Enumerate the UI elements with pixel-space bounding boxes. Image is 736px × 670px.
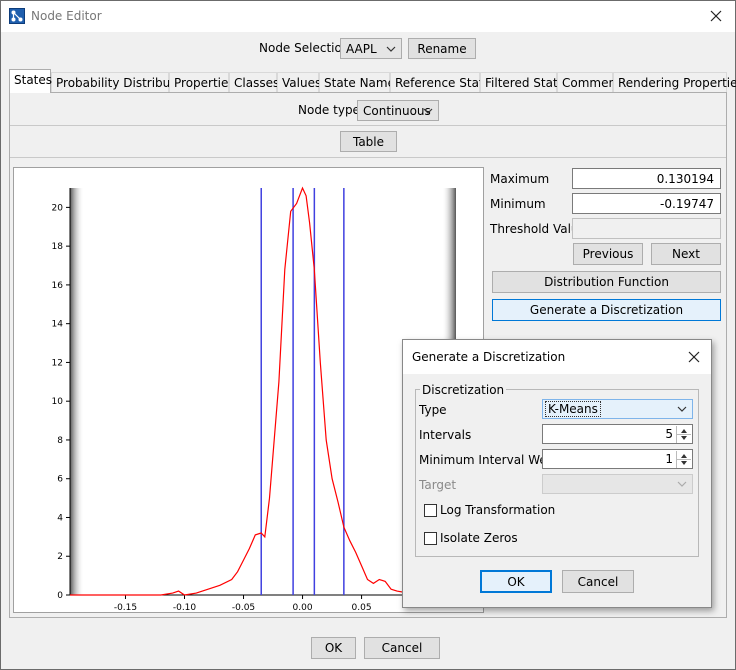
y-tick-label: 18 bbox=[52, 242, 64, 252]
y-tick-label: 8 bbox=[57, 436, 63, 446]
target-combo bbox=[542, 474, 693, 494]
isolate-zeros-label: Isolate Zeros bbox=[440, 531, 518, 545]
y-tick-label: 4 bbox=[57, 513, 63, 523]
x-tick-label: 0.05 bbox=[352, 603, 372, 612]
tab-probability-distribution[interactable]: Probability Distribution bbox=[51, 72, 169, 92]
table-button-label: Table bbox=[341, 135, 396, 149]
dialog-title-bar: Generate a Discretization bbox=[403, 340, 711, 374]
maximum-label: Maximum bbox=[490, 172, 549, 186]
spinner-arrows-icon[interactable] bbox=[676, 451, 691, 468]
log-transformation-label: Log Transformation bbox=[440, 503, 555, 517]
generate-discretization-button[interactable]: Generate a Discretization bbox=[492, 299, 721, 321]
tab-label: Reference State bbox=[395, 76, 491, 90]
dialog-ok-button[interactable]: OK bbox=[480, 570, 552, 593]
minimum-label: Minimum bbox=[490, 197, 546, 211]
left-edge-shade bbox=[70, 188, 84, 595]
window-title: Node Editor bbox=[31, 9, 102, 23]
maximum-field[interactable]: 0.130194 bbox=[572, 168, 721, 189]
density-curve bbox=[70, 188, 456, 595]
cancel-button-label: Cancel bbox=[365, 641, 439, 655]
dialog-cancel-label: Cancel bbox=[563, 575, 633, 589]
y-tick-label: 12 bbox=[52, 358, 63, 368]
min-weight-value: 1 bbox=[665, 452, 673, 466]
minimum-field[interactable]: -0.19747 bbox=[572, 193, 721, 214]
next-button-label: Next bbox=[652, 247, 720, 261]
type-value: K-Means bbox=[546, 402, 600, 416]
ok-button-label: OK bbox=[312, 641, 355, 655]
dialog-cancel-button[interactable]: Cancel bbox=[562, 570, 634, 593]
chevron-down-icon bbox=[423, 108, 433, 114]
minimum-value: -0.19747 bbox=[660, 197, 714, 211]
cancel-button[interactable]: Cancel bbox=[364, 637, 440, 659]
generate-discretization-label: Generate a Discretization bbox=[493, 303, 720, 317]
distribution-function-button[interactable]: Distribution Function bbox=[492, 271, 721, 293]
tab-state-names[interactable]: State Names bbox=[319, 72, 390, 92]
tab-values[interactable]: Values bbox=[277, 72, 319, 92]
rename-button[interactable]: Rename bbox=[408, 38, 476, 59]
intervals-value: 5 bbox=[665, 427, 673, 441]
log-transformation-checkbox[interactable] bbox=[424, 504, 437, 517]
tab-label: Classes bbox=[234, 76, 279, 90]
node-type-value: Continuous bbox=[363, 104, 431, 118]
tab-reference-state[interactable]: Reference State bbox=[390, 72, 480, 92]
rename-button-label: Rename bbox=[409, 42, 475, 56]
y-tick-label: 16 bbox=[52, 281, 64, 291]
chevron-down-icon bbox=[677, 481, 687, 487]
y-tick-label: 10 bbox=[52, 397, 64, 407]
x-tick-label: 0.00 bbox=[293, 603, 313, 612]
tab-label: Comment bbox=[562, 76, 621, 90]
intervals-spinner[interactable]: 5 bbox=[542, 424, 693, 444]
distribution-function-label: Distribution Function bbox=[493, 275, 720, 289]
y-tick-label: 20 bbox=[52, 203, 64, 213]
chevron-down-icon bbox=[386, 46, 396, 52]
discretization-group-label: Discretization bbox=[420, 383, 506, 397]
node-selection-value: AAPL bbox=[346, 42, 377, 56]
node-type-label: Node type: bbox=[298, 103, 364, 117]
intervals-label: Intervals bbox=[419, 428, 471, 442]
tab-label: States bbox=[14, 73, 52, 87]
y-tick-label: 14 bbox=[52, 320, 64, 330]
x-tick-label: -0.10 bbox=[173, 603, 197, 612]
x-tick-label: -0.05 bbox=[232, 603, 255, 612]
y-tick-label: 6 bbox=[57, 475, 63, 485]
tab-label: Properties bbox=[174, 76, 235, 90]
tab-filtered-state[interactable]: Filtered State bbox=[480, 72, 557, 92]
tab-classes[interactable]: Classes bbox=[229, 72, 277, 92]
min-weight-spinner[interactable]: 1 bbox=[542, 449, 693, 469]
spinner-arrows-icon[interactable] bbox=[676, 426, 691, 443]
tab-properties[interactable]: Properties bbox=[169, 72, 229, 92]
threshold-field bbox=[572, 218, 721, 239]
tab-label: Rendering Properties bbox=[618, 76, 736, 90]
maximum-value: 0.130194 bbox=[657, 172, 714, 186]
previous-button-label: Previous bbox=[574, 247, 642, 261]
divider bbox=[10, 125, 726, 126]
generate-discretization-dialog: Generate a Discretization Discretization… bbox=[402, 339, 712, 608]
node-type-combo[interactable]: Continuous bbox=[357, 100, 439, 121]
table-button[interactable]: Table bbox=[340, 131, 397, 152]
tab-rendering-properties[interactable]: Rendering Properties bbox=[613, 72, 727, 92]
type-combo[interactable]: K-Means bbox=[542, 399, 693, 419]
title-bar: Node Editor bbox=[1, 1, 735, 32]
close-icon[interactable] bbox=[707, 7, 725, 25]
close-icon[interactable] bbox=[686, 349, 702, 365]
tab-states[interactable]: States bbox=[9, 69, 51, 93]
tab-label: Filtered State bbox=[485, 76, 565, 90]
chevron-down-icon bbox=[677, 406, 687, 412]
dialog-ok-label: OK bbox=[482, 575, 550, 589]
ok-button[interactable]: OK bbox=[311, 637, 356, 659]
node-selection-combo[interactable]: AAPL bbox=[340, 38, 402, 59]
divider bbox=[10, 157, 726, 158]
type-label: Type bbox=[419, 403, 447, 417]
previous-button[interactable]: Previous bbox=[573, 243, 643, 265]
isolate-zeros-checkbox[interactable] bbox=[424, 532, 437, 545]
next-button[interactable]: Next bbox=[651, 243, 721, 265]
x-tick-label: -0.15 bbox=[114, 603, 137, 612]
tab-label: Values bbox=[282, 76, 321, 90]
target-label: Target bbox=[419, 478, 456, 492]
dialog-title: Generate a Discretization bbox=[412, 350, 565, 364]
y-tick-label: 2 bbox=[57, 552, 63, 562]
tab-comment[interactable]: Comment bbox=[557, 72, 613, 92]
network-app-icon bbox=[9, 8, 25, 24]
y-tick-label: 0 bbox=[57, 591, 63, 601]
